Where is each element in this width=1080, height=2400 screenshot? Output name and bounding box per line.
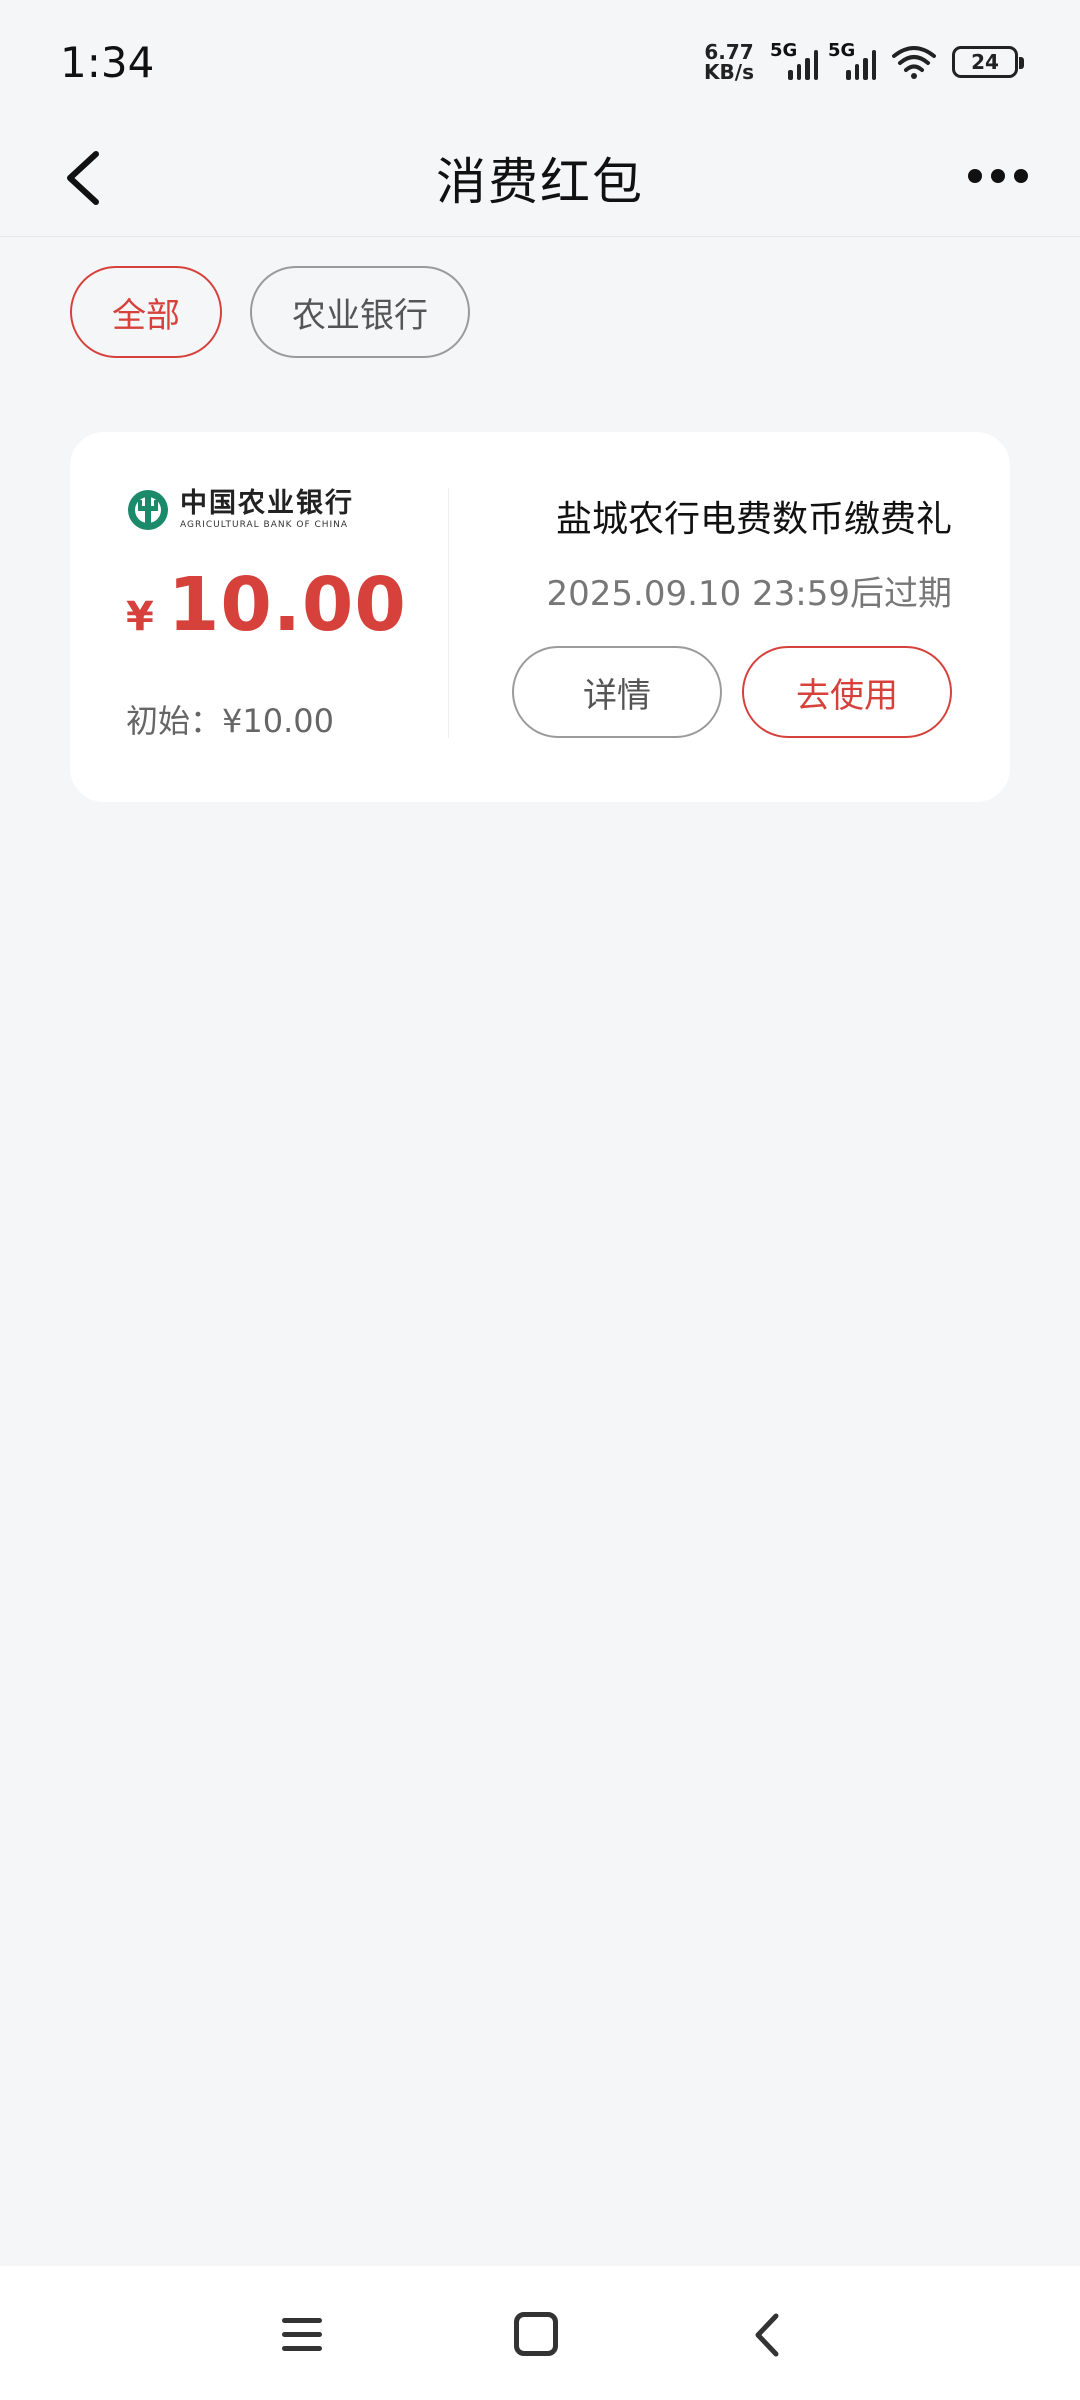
signal-icon-2: 5G bbox=[828, 40, 876, 80]
page-title: 消费红包 bbox=[436, 153, 644, 211]
detail-button[interactable]: 详情 bbox=[512, 646, 722, 738]
abc-logo-icon bbox=[128, 490, 168, 530]
wifi-icon bbox=[892, 46, 936, 79]
initial-amount: 初始：¥10.00 bbox=[126, 702, 334, 740]
amount: ¥ 10.00 bbox=[126, 562, 407, 648]
filter-chip-all[interactable]: 全部 bbox=[70, 266, 222, 358]
signal-1-label: 5G bbox=[770, 40, 798, 61]
nav-bar: 消费红包 bbox=[0, 124, 1080, 237]
status-bar: 1:34 6.77 KB/s 5G 5G 24 bbox=[0, 0, 1080, 124]
packet-title: 盐城农行电费数币缴费礼 bbox=[555, 499, 952, 540]
status-time: 1:34 bbox=[60, 38, 155, 87]
menu-icon[interactable] bbox=[282, 2312, 328, 2358]
status-icons: 6.77 KB/s 5G 5G 24 bbox=[704, 40, 1024, 84]
battery-level: 24 bbox=[971, 50, 999, 74]
filter-chips: 全部 农业银行 bbox=[70, 266, 470, 358]
screen: 1:34 6.77 KB/s 5G 5G 24 消费红包 全部 农业银行 中国农… bbox=[0, 0, 1080, 2400]
filter-chip-abc[interactable]: 农业银行 bbox=[250, 266, 470, 358]
system-nav-bar bbox=[0, 2266, 1080, 2400]
red-packet-card: 中国农业银行 AGRICULTURAL BANK OF CHINA ¥ 10.0… bbox=[70, 432, 1010, 802]
net-speed: 6.77 KB/s bbox=[704, 42, 754, 82]
currency-symbol: ¥ bbox=[126, 594, 154, 640]
use-button[interactable]: 去使用 bbox=[742, 646, 952, 738]
home-icon[interactable] bbox=[514, 2312, 558, 2356]
signal-2-label: 5G bbox=[828, 40, 856, 61]
back-icon[interactable] bbox=[746, 2312, 792, 2358]
signal-icon-1: 5G bbox=[770, 40, 818, 80]
net-speed-unit: KB/s bbox=[704, 60, 754, 84]
battery-icon: 24 bbox=[952, 46, 1024, 78]
net-speed-value: 6.77 bbox=[704, 40, 754, 64]
bank-logo: 中国农业银行 AGRICULTURAL BANK OF CHINA bbox=[126, 488, 354, 532]
bank-name-cn: 中国农业银行 bbox=[180, 488, 354, 519]
bank-name-en: AGRICULTURAL BANK OF CHINA bbox=[180, 520, 349, 530]
bank-name: 中国农业银行 AGRICULTURAL BANK OF CHINA bbox=[180, 489, 354, 531]
more-horizontal-icon[interactable] bbox=[968, 166, 1028, 186]
card-divider bbox=[448, 488, 449, 738]
amount-value: 10.00 bbox=[167, 562, 407, 648]
expire-time: 2025.09.10 23:59后过期 bbox=[546, 574, 952, 614]
